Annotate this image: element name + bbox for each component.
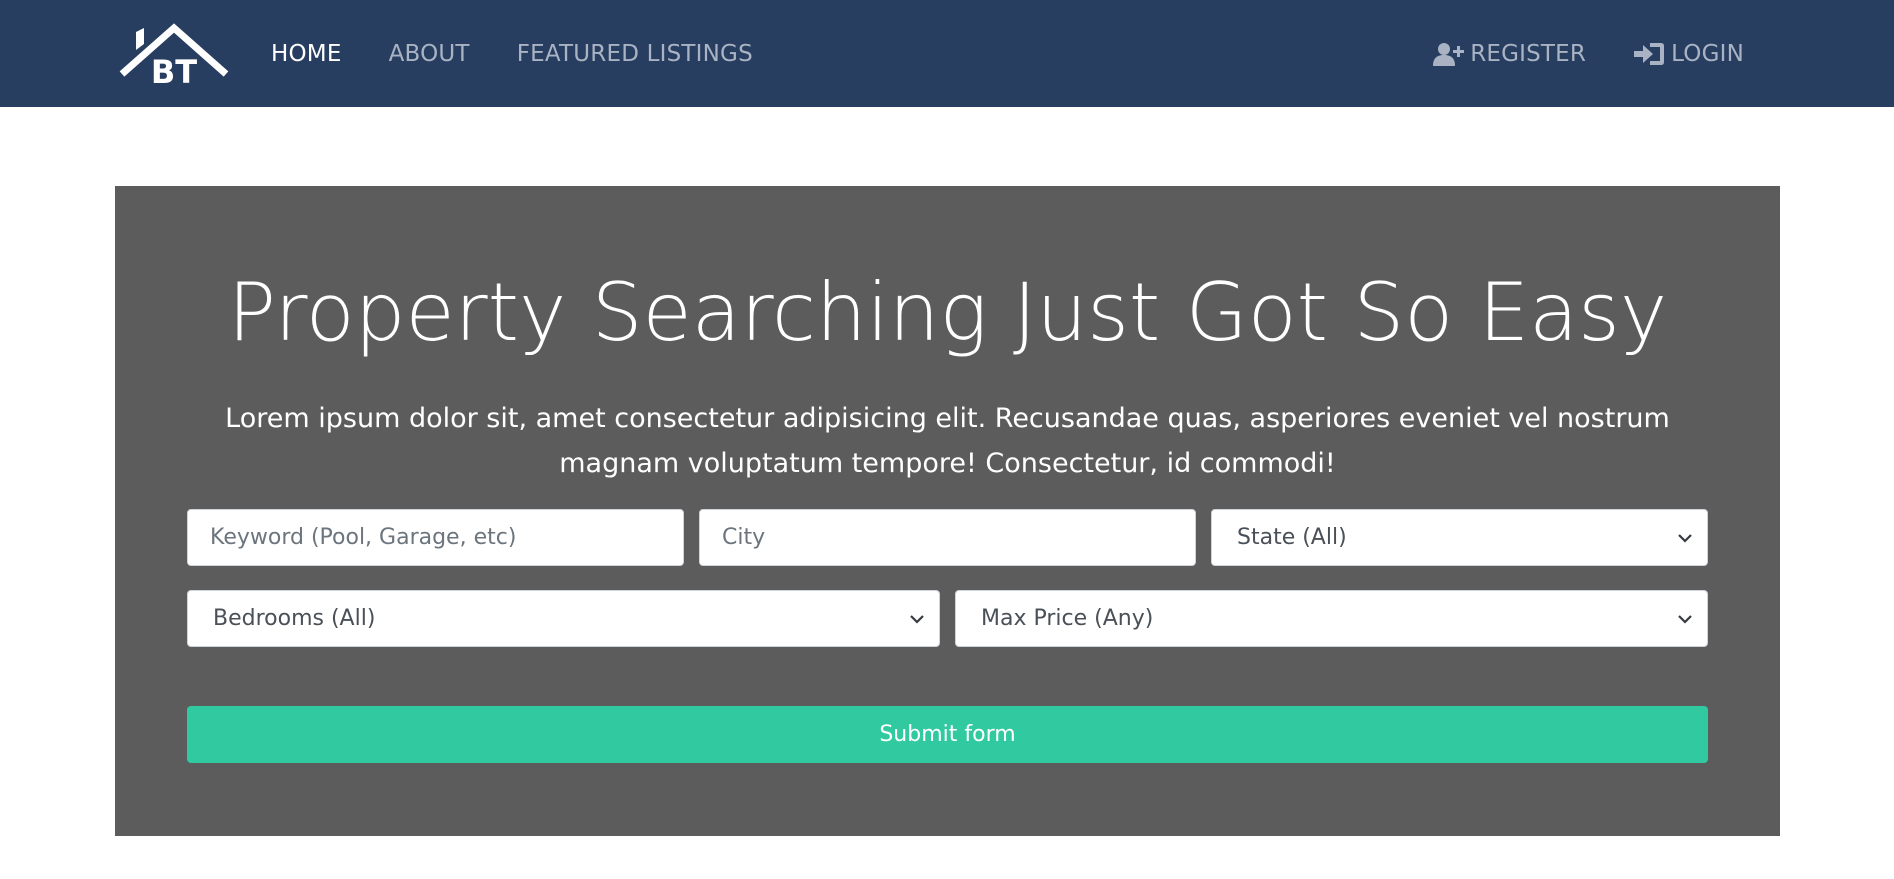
nav-login-label: LOGIN: [1671, 40, 1744, 67]
primary-nav: HOME ABOUT FEATURED LISTINGS: [271, 0, 800, 107]
chevron-down-icon: [1678, 533, 1692, 543]
chevron-down-icon: [1678, 614, 1692, 624]
bedrooms-select[interactable]: Bedrooms (All): [187, 590, 940, 647]
state-select[interactable]: State (All): [1211, 509, 1708, 566]
nav-home-link[interactable]: HOME: [271, 41, 342, 67]
max-price-select-value: Max Price (Any): [981, 606, 1154, 631]
chevron-down-icon: [910, 614, 924, 624]
bedrooms-select-value: Bedrooms (All): [213, 606, 376, 631]
keyword-input[interactable]: [208, 524, 663, 551]
nav-register-link[interactable]: REGISTER: [1433, 41, 1586, 67]
max-price-select[interactable]: Max Price (Any): [955, 590, 1708, 647]
brand-logo[interactable]: BT: [118, 22, 230, 91]
nav-featured-listings-link[interactable]: FEATURED LISTINGS: [517, 41, 753, 67]
city-input[interactable]: [720, 524, 1175, 551]
nav-about-link[interactable]: ABOUT: [389, 41, 470, 67]
submit-button[interactable]: Submit form: [187, 706, 1708, 763]
hero-title: Property Searching Just Got So Easy: [227, 266, 1668, 359]
house-roof-icon: BT: [119, 23, 229, 91]
city-field[interactable]: [699, 509, 1196, 566]
svg-text:BT: BT: [151, 53, 197, 86]
hero-lead-text: Lorem ipsum dolor sit, amet consectetur …: [225, 403, 1670, 479]
hero-search-panel: Property Searching Just Got So Easy Lore…: [115, 186, 1780, 836]
nav-login-link[interactable]: LOGIN: [1634, 41, 1744, 67]
state-select-value: State (All): [1237, 525, 1347, 550]
sign-in-icon: [1634, 42, 1665, 65]
navbar: BT HOME ABOUT FEATURED LISTINGS REGISTER…: [0, 0, 1894, 107]
user-plus-icon: [1433, 42, 1465, 66]
account-nav: REGISTER LOGIN: [1385, 0, 1744, 107]
nav-register-label: REGISTER: [1470, 40, 1587, 67]
keyword-field[interactable]: [187, 509, 684, 566]
